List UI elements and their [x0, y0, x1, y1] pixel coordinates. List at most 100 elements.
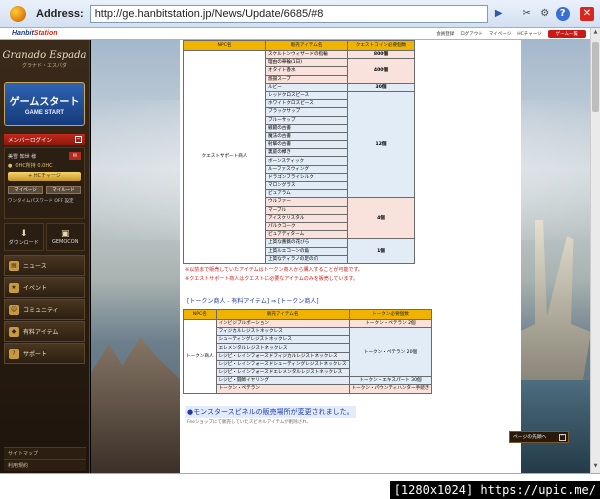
item-name-cell: アイスクリスタル	[265, 213, 348, 223]
coin-balance: 0HC所持 0.0HC	[15, 163, 53, 169]
game-logo[interactable]: Granado Espada グラナド・エスパダ	[0, 40, 89, 78]
mypage-button[interactable]: マイページ	[8, 186, 43, 194]
collapse-icon[interactable]: −	[75, 136, 82, 143]
site-brand[interactable]: HanbitStation	[12, 30, 58, 37]
item-name-cell: ピュアラム	[265, 189, 348, 199]
scroll-up-icon[interactable]: ▲	[591, 29, 600, 38]
table-row: フィジカルレジストネックレス トークン・ペテラン 20個	[184, 327, 433, 378]
item-name-cell: マーブル	[265, 205, 348, 215]
back-to-top-button[interactable]: ページの先頭へ ⌃	[509, 431, 569, 443]
support-icon: ?	[9, 348, 19, 359]
item-name-cell: シューティングレジストネックレス	[215, 335, 350, 345]
toplink-logout[interactable]: ログアウト	[460, 31, 483, 37]
count-cell: 800個	[347, 49, 415, 60]
table-row: レジピ・闘師イヤリング トークン・エキスパート 30個	[184, 376, 433, 386]
help-icon[interactable]: ?	[555, 6, 570, 21]
terms-link[interactable]: 利用規約	[4, 459, 86, 471]
item-name-cell: トークン・ペテラン	[215, 384, 350, 394]
go-arrow-icon[interactable]: ▶	[492, 7, 506, 21]
item-name-cell: レジピ・レインフォースドエレメンタルレジストネックレス	[215, 367, 350, 378]
sidebar-item-support[interactable]: ? サポート	[4, 343, 85, 364]
status-bar: [1280x1024] https://upic.me/	[0, 473, 600, 499]
item-name-cell: レジピ・レインフォースドシューティングレジストネックレス	[215, 359, 350, 370]
scroll-thumb[interactable]	[592, 42, 599, 112]
sidebar: Granado Espada グラナド・エスパダ ゲームスタート GAME ST…	[0, 40, 90, 473]
sidebar-item-event[interactable]: ★ イベント	[4, 277, 85, 298]
news-icon: ▤	[9, 260, 19, 271]
up-arrow-icon: ⌃	[559, 434, 566, 441]
item-name-cell: 理由の華輪(1日)	[265, 58, 348, 68]
table-header: 販売アイテム名	[215, 308, 350, 320]
token-merchant-table: NPC名 販売アイテム名 トークン必要個数 トークン商人 インビジブルポーショント…	[183, 308, 433, 394]
close-icon[interactable]: ✕	[580, 6, 594, 21]
item-name-cell: ボーンスティック	[265, 156, 348, 166]
sidebar-item-news[interactable]: ▤ ニュース	[4, 255, 85, 276]
item-name-cell: ピュアディターム	[265, 230, 348, 240]
table-row: クエストサポート商人 スケルトンウィザードの指輪 800個	[183, 49, 415, 264]
count-cell: トークン・ペテラン 20個	[348, 327, 433, 378]
section-text: Feeショップにて販売していたスピネルアイテムが削除され、	[187, 419, 312, 425]
mail-icon[interactable]: ✉	[69, 152, 81, 160]
item-name-cell: 射撃の古書	[265, 140, 348, 150]
member-login-bar[interactable]: メンバーログイン −	[4, 134, 85, 145]
item-name-cell: レジピ・レインフォースドフィジカルレジストネックレス	[215, 351, 350, 361]
npc-name-cell: クエストサポート商人	[183, 50, 266, 264]
item-name-cell: 裏庭の欅き	[265, 148, 348, 158]
table-header: トークン必要個数	[348, 308, 433, 320]
table-row: トークン商人 インビジブルポーション トークン・ペテラン 2個	[183, 318, 433, 394]
scroll-down-icon[interactable]: ▼	[591, 463, 600, 472]
vertical-scrollbar[interactable]: ▲ ▼	[590, 28, 600, 473]
table-header: NPC名	[183, 308, 217, 320]
item-name-cell: ブルーサップ	[265, 115, 348, 125]
count-cell: トークン・ペテラン 2個	[348, 318, 433, 329]
sidebar-nav: ▤ ニュース ★ イベント ☺ コミュニティ ◆ 有料アイテム ? サポート	[4, 255, 85, 364]
count-cell: 4個	[347, 197, 415, 240]
game-list-button[interactable]: ゲーム一覧	[547, 29, 586, 38]
item-name-cell: ルーファスウィング	[265, 164, 348, 174]
sidebar-item-paid-items[interactable]: ◆ 有料アイテム	[4, 321, 85, 342]
download-button[interactable]: ⬇ ダウンロード	[4, 223, 44, 251]
item-name-cell: 上質な薔薇の花びら	[265, 238, 348, 248]
address-input[interactable]: http://ge.hanbitstation.jp/News/Update/6…	[89, 4, 488, 23]
table-row: トークン・ペテラン トークン・パウンティハンター手続き	[184, 384, 433, 394]
item-name-cell: ホワイトクロスピース	[265, 99, 348, 109]
tools-icon[interactable]: ✂	[520, 7, 534, 21]
count-cell: 30個	[347, 82, 415, 92]
item-name-cell: スケルトンウィザードの指輪	[265, 49, 348, 60]
sidebar-item-community[interactable]: ☺ コミュニティ	[4, 299, 85, 320]
item-name-cell: レッドクロスピース	[265, 90, 348, 101]
count-cell: トークン・エキスパート 30個	[348, 376, 433, 386]
gemocon-button[interactable]: ▣ GEMOCON	[45, 223, 85, 251]
item-name-cell: パルクコーク	[265, 221, 348, 232]
main-content: NPC名 販売アイテム名 クエストコイン必要個数 クエストサポート商人 スケルトン…	[180, 40, 521, 473]
item-name-cell: 悠揚スープ	[265, 74, 348, 84]
address-bar: Address: http://ge.hanbitstation.jp/News…	[0, 0, 600, 28]
toplink-mypage[interactable]: マイページ	[489, 31, 511, 37]
game-start-button[interactable]: ゲームスタート GAME START	[4, 82, 85, 126]
settings-icon[interactable]: ⚙	[538, 7, 552, 21]
table-header: 販売アイテム名	[265, 40, 348, 51]
item-name-cell: ウルファー	[265, 197, 348, 207]
item-name-cell: ルビー	[265, 82, 348, 92]
item-name-cell: 上質ルエコーンの角	[265, 246, 348, 256]
otp-setting[interactable]: ワンタイムパスワード OFF 設定	[8, 198, 81, 204]
token-merchant-link[interactable]: [トークン商人 - 有料アイテム] ⇒ [トークン商人]	[187, 296, 521, 305]
section-title: ●モンスタースピネルの販売場所が変更されました。	[185, 405, 356, 418]
toplink-hc-charge[interactable]: HCチャージ	[517, 31, 541, 37]
quest-support-table: NPC名 販売アイテム名 クエストコイン必要個数 クエストサポート商人 スケルトン…	[183, 40, 415, 264]
item-name-cell: マロングラス	[265, 180, 348, 191]
item-icon: ◆	[9, 326, 19, 337]
hc-charge-button[interactable]: + HCチャージ	[8, 172, 81, 181]
mycode-button[interactable]: マイルード	[46, 186, 81, 194]
table-header: NPC名	[183, 40, 266, 51]
item-name-cell: 上質なティラノの足の爪	[265, 254, 348, 264]
item-name-cell: エレメンタルレジストネックレス	[215, 343, 350, 353]
gemocon-icon: ▣	[60, 229, 70, 239]
site-header: HanbitStation 会員登録 ログアウト マイページ HCチャージ ゲー…	[0, 28, 590, 40]
address-label: Address:	[36, 7, 84, 20]
item-name-cell: ドラゴンフライシルク	[265, 172, 348, 183]
npc-name-cell: トークン商人	[183, 318, 217, 394]
sitemap-link[interactable]: サイトマップ	[4, 447, 86, 459]
item-name-cell: ブラックサップ	[265, 107, 348, 117]
toplink-register[interactable]: 会員登録	[436, 31, 454, 37]
